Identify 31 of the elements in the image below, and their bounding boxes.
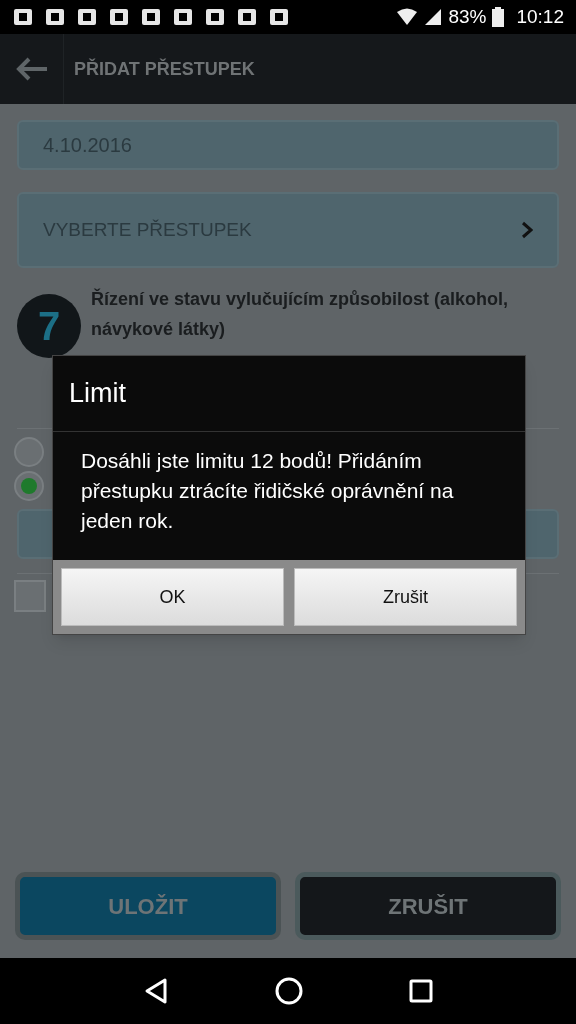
- notification-icon: [44, 7, 66, 27]
- dialog-button[interactable]: Zrušit: [294, 568, 517, 626]
- wifi-icon: [396, 8, 419, 26]
- clock: 10:12: [516, 4, 564, 29]
- notification-icon: [76, 7, 98, 27]
- screen-title: PŘIDAT PŘESTUPEK: [74, 57, 255, 81]
- radio-button[interactable]: [14, 471, 44, 501]
- dialog-message: Dosáhli jste limitu 12 bodů! Přidáním přestupku ztrácíte řidičské oprávnění na jeden rok.: [81, 448, 455, 534]
- checkbox[interactable]: [14, 580, 46, 612]
- notification-icon: [140, 7, 162, 27]
- recents-icon[interactable]: [409, 979, 433, 1003]
- points-badge: 7: [17, 294, 81, 358]
- notification-icon: [108, 7, 130, 27]
- offense-title: Řízení ve stavu vylučujícím způsobilost (alkohol, návykové látky): [91, 287, 510, 341]
- notification-icon: [204, 7, 226, 27]
- home-icon[interactable]: [275, 977, 303, 1005]
- dialog-title: Limit: [68, 377, 127, 411]
- battery-percent: 83%: [448, 4, 487, 29]
- radio-button[interactable]: [14, 437, 44, 467]
- notification-icon: [236, 7, 258, 27]
- notification-icon: [12, 7, 34, 27]
- chevron-right-icon: [521, 221, 533, 239]
- back-arrow-icon: [14, 57, 49, 81]
- notification-icon: [172, 7, 194, 27]
- dialog-button[interactable]: OK: [61, 568, 284, 626]
- back-icon[interactable]: [143, 977, 169, 1005]
- signal-icon: [424, 8, 443, 26]
- action-button[interactable]: ZRUŠIT: [295, 872, 561, 940]
- battery-icon: [492, 7, 505, 27]
- notification-icon: [268, 7, 290, 27]
- action-button[interactable]: ULOŽIT: [15, 872, 281, 940]
